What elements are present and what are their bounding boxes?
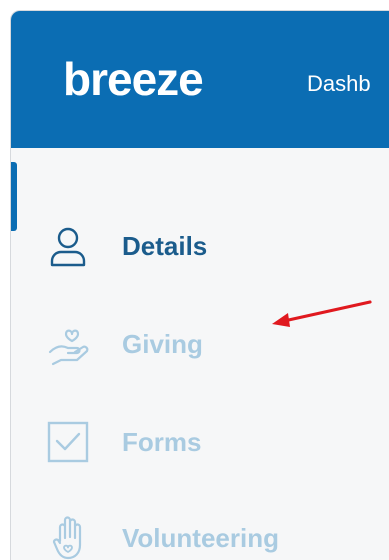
sidebar-item-volunteering[interactable]: Volunteering xyxy=(11,503,389,560)
sidebar-item-label: Giving xyxy=(122,329,203,359)
sidebar-item-details[interactable]: Details xyxy=(11,211,389,281)
nav-dashboard[interactable]: Dashb xyxy=(307,69,371,99)
hand-heart-icon xyxy=(48,329,89,366)
raised-hand-icon xyxy=(52,516,82,560)
sidebar-item-forms[interactable]: Forms xyxy=(11,407,389,477)
sidebar-item-label: Forms xyxy=(122,427,202,457)
checkbox-icon xyxy=(47,421,89,463)
app-window: breeze Dashb Details Giving Forms Volunt… xyxy=(10,10,389,560)
red-arrow-icon xyxy=(272,300,372,327)
sidebar-item-label: Details xyxy=(122,231,208,261)
person-icon xyxy=(50,227,86,267)
breeze-logo[interactable]: breeze xyxy=(63,49,204,109)
sidebar-item-label: Volunteering xyxy=(122,523,279,553)
top-bar: breeze Dashb xyxy=(11,11,389,148)
sidebar-nav: Details Giving Forms Volunteering xyxy=(11,148,389,560)
